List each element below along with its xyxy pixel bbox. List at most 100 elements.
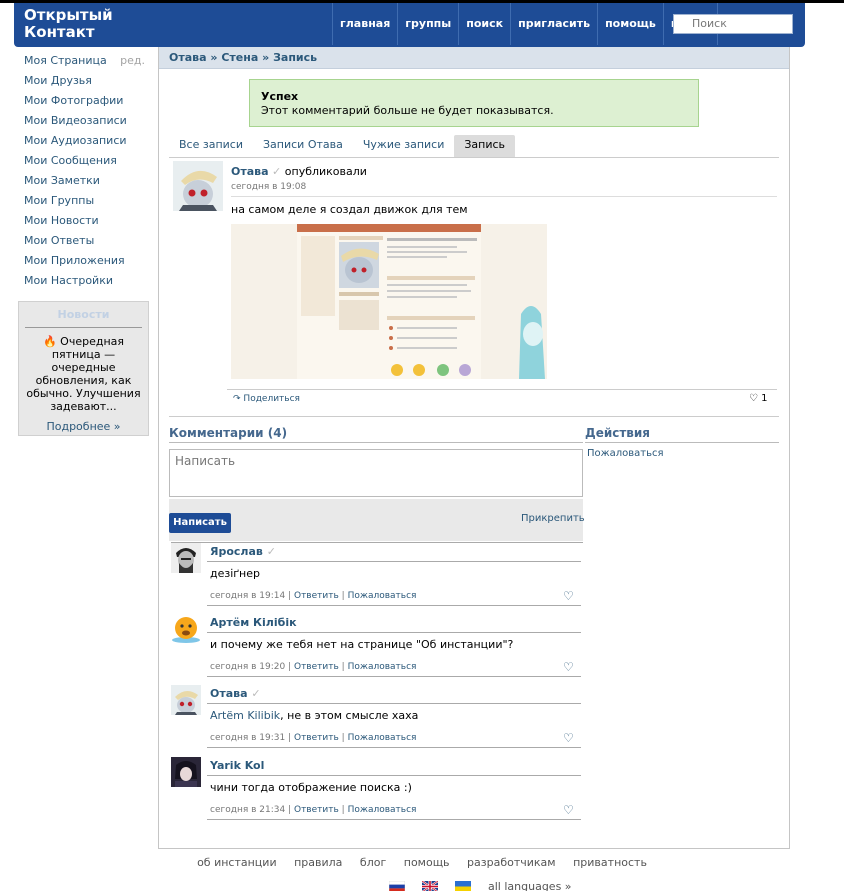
- comment-bottom-divider: [207, 605, 581, 606]
- nav-invite[interactable]: пригласить: [510, 3, 597, 45]
- comment-item: Yarik Kol чини тогда отображение поиска …: [171, 757, 581, 825]
- footer-link-developers[interactable]: разработчикам: [467, 856, 556, 869]
- share-label: Поделиться: [243, 394, 300, 404]
- comment-avatar[interactable]: [171, 543, 201, 573]
- attach-link[interactable]: Прикрепить: [521, 513, 585, 524]
- tab-others-posts[interactable]: Чужие записи: [353, 135, 455, 157]
- tab-all-posts[interactable]: Все записи: [169, 135, 253, 157]
- send-comment-button[interactable]: Написать: [169, 513, 231, 533]
- russian-flag-icon[interactable]: [389, 881, 405, 891]
- sidebar-item-groups[interactable]: Мои Группы: [18, 192, 149, 212]
- mention-link[interactable]: Artëm Kilibik: [210, 709, 280, 722]
- comment-date[interactable]: сегодня в 19:31: [210, 733, 285, 743]
- comment-avatar[interactable]: [171, 757, 201, 787]
- comment-author[interactable]: Yarik Kol: [210, 759, 264, 772]
- breadcrumb-owner[interactable]: Отава: [169, 51, 207, 64]
- comment-author: Отава ✓: [210, 687, 261, 700]
- post-date[interactable]: сегодня в 19:08: [231, 182, 306, 192]
- sidebar-item-settings[interactable]: Мои Настройки: [18, 272, 149, 292]
- sidebar-item-audio[interactable]: Мои Аудиозаписи: [18, 132, 149, 152]
- reply-link[interactable]: Ответить: [294, 662, 339, 672]
- comment-date[interactable]: сегодня в 21:34: [210, 805, 285, 815]
- comment-avatar[interactable]: [171, 614, 201, 644]
- like-count: 1: [761, 393, 768, 404]
- comment-meta: сегодня в 19:14 | Ответить | Пожаловатьс…: [210, 591, 417, 601]
- post-action: опубликовали: [284, 165, 367, 178]
- nav-groups[interactable]: группы: [397, 3, 458, 45]
- comment-divider: [207, 632, 581, 633]
- comment-item: Отава ✓ Artëm Kilibik, не в этом смысле …: [171, 685, 581, 753]
- comment-item: Артём Кілібік и почему же тебя нет на ст…: [171, 614, 581, 682]
- comments-divider: [169, 442, 583, 443]
- reply-link[interactable]: Ответить: [294, 805, 339, 815]
- sidebar: Моя Страница ред. Мои Друзья Мои Фотогра…: [18, 52, 149, 292]
- comment-meta: сегодня в 19:31 | Ответить | Пожаловатьс…: [210, 733, 417, 743]
- breadcrumb-separator: »: [210, 51, 218, 64]
- breadcrumb-separator: »: [262, 51, 270, 64]
- comment-date[interactable]: сегодня в 19:14: [210, 591, 285, 601]
- sidebar-item-apps[interactable]: Мои Приложения: [18, 252, 149, 272]
- sidebar-item-photos[interactable]: Мои Фотографии: [18, 92, 149, 112]
- sidebar-item-videos[interactable]: Мои Видеозаписи: [18, 112, 149, 132]
- like-button[interactable]: ♡ 1: [749, 393, 768, 404]
- logo[interactable]: Открытый Контакт: [24, 7, 113, 41]
- comment-avatar[interactable]: [171, 685, 201, 715]
- uk-flag-icon[interactable]: [422, 881, 438, 891]
- search-input[interactable]: Поиск: [673, 14, 793, 34]
- report-post-link[interactable]: Пожаловаться: [587, 448, 664, 459]
- tab-post[interactable]: Запись: [454, 135, 516, 157]
- breadcrumb-wall[interactable]: Стена: [221, 51, 258, 64]
- comment-author-name[interactable]: Отава: [210, 687, 248, 700]
- comment-text: дезіґнер: [210, 567, 260, 580]
- post-author[interactable]: Отава: [231, 165, 269, 178]
- footer-link-help[interactable]: помощь: [404, 856, 450, 869]
- news-more-link[interactable]: Подробнее »: [19, 420, 148, 433]
- comment-like-icon[interactable]: ♡: [563, 589, 574, 603]
- news-title: Новости: [57, 308, 110, 321]
- comment-date[interactable]: сегодня в 19:20: [210, 662, 285, 672]
- post-author-avatar[interactable]: [173, 161, 223, 211]
- report-link[interactable]: Пожаловаться: [348, 805, 417, 815]
- reply-link[interactable]: Ответить: [294, 733, 339, 743]
- logo-line-1: Открытый: [24, 6, 113, 24]
- post-divider: [231, 196, 777, 197]
- report-link[interactable]: Пожаловаться: [348, 662, 417, 672]
- tab-owner-posts[interactable]: Записи Отава: [253, 135, 353, 157]
- ukraine-flag-icon[interactable]: [455, 881, 471, 891]
- sidebar-item-friends[interactable]: Мои Друзья: [18, 72, 149, 92]
- heart-icon: ♡: [749, 393, 758, 404]
- comment-like-icon[interactable]: ♡: [563, 803, 574, 817]
- share-button[interactable]: ↷ Поделиться: [233, 394, 300, 404]
- report-link[interactable]: Пожаловаться: [348, 591, 417, 601]
- alert-message: Этот комментарий больше не будет показыв…: [261, 104, 554, 117]
- post-text: на самом деле я создал движок для тем: [231, 203, 468, 216]
- footer-link-about[interactable]: об инстанции: [197, 856, 277, 869]
- report-link[interactable]: Пожаловаться: [348, 733, 417, 743]
- post-image[interactable]: [231, 224, 547, 379]
- nav-search[interactable]: поиск: [458, 3, 510, 45]
- sidebar-item-replies[interactable]: Мои Ответы: [18, 232, 149, 252]
- footer-link-blog[interactable]: блог: [360, 856, 386, 869]
- breadcrumb: Отава » Стена » Запись: [159, 47, 789, 69]
- all-languages-link[interactable]: all languages »: [488, 880, 572, 891]
- comment-author-name[interactable]: Ярослав: [210, 545, 263, 558]
- comments-title: Комментарии (4): [169, 426, 288, 440]
- nav-home[interactable]: главная: [332, 3, 397, 45]
- footer-link-privacy[interactable]: приватность: [573, 856, 647, 869]
- share-icon: ↷: [233, 394, 241, 404]
- comment-like-icon[interactable]: ♡: [563, 731, 574, 745]
- comment-author[interactable]: Артём Кілібік: [210, 616, 297, 629]
- sidebar-item-messages[interactable]: Мои Сообщения: [18, 152, 149, 172]
- sidebar-edit-link[interactable]: ред.: [120, 52, 145, 70]
- nav-help[interactable]: помощь: [597, 3, 663, 45]
- reply-link[interactable]: Ответить: [294, 591, 339, 601]
- sidebar-item-notes[interactable]: Мои Заметки: [18, 172, 149, 192]
- actions-divider: [585, 442, 779, 443]
- comment-meta: сегодня в 19:20 | Ответить | Пожаловатьс…: [210, 662, 417, 672]
- comment-item: Ярослав ✓ дезіґнер сегодня в 19:14 | Отв…: [171, 543, 581, 611]
- comment-text: и почему же тебя нет на странице "Об инс…: [210, 638, 514, 651]
- footer-link-rules[interactable]: правила: [294, 856, 342, 869]
- comment-like-icon[interactable]: ♡: [563, 660, 574, 674]
- sidebar-item-news[interactable]: Мои Новости: [18, 212, 149, 232]
- comment-input[interactable]: Написать: [169, 449, 583, 497]
